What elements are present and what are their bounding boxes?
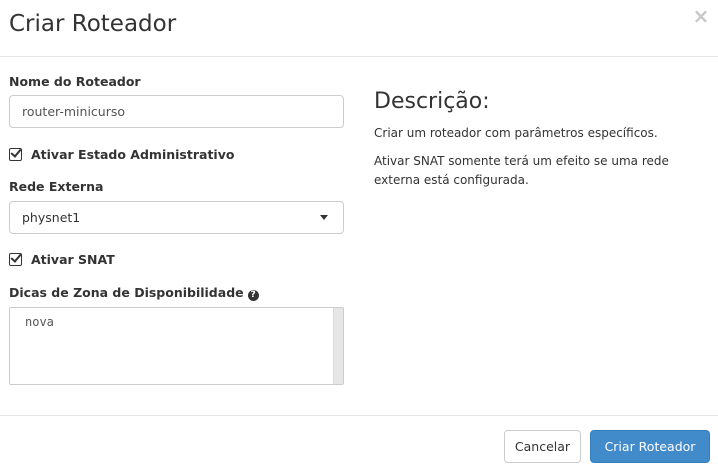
create-router-button[interactable]: Criar Roteador — [590, 430, 710, 463]
external-network-select[interactable]: physnet1 — [9, 201, 344, 234]
description-paragraph-1: Criar um roteador com parâmetros específ… — [374, 126, 658, 140]
modal-title: Criar Roteador — [9, 11, 177, 37]
snat-checkbox[interactable] — [9, 252, 22, 266]
availability-zone-label-text: Dicas de Zona de Disponibilidade — [9, 285, 244, 300]
router-name-value: router-minicurso — [22, 104, 126, 119]
snat-label: Ativar SNAT — [31, 251, 115, 267]
snat-checkbox-row[interactable]: Ativar SNAT — [9, 251, 115, 267]
external-network-selected: physnet1 — [22, 210, 81, 225]
admin-state-checkbox[interactable] — [9, 147, 22, 161]
router-name-label: Nome do Roteador — [9, 74, 141, 89]
textarea-scrollbar[interactable] — [333, 308, 343, 384]
description-paragraph-2: Ativar SNAT somente terá um efeito se um… — [374, 154, 669, 187]
caret-down-icon — [320, 215, 328, 220]
help-icon[interactable]: ? — [247, 290, 259, 301]
router-name-input[interactable]: router-minicurso — [9, 95, 344, 128]
description-title: Descrição: — [374, 89, 490, 114]
create-router-modal: Criar Roteador × Nome do Roteador router… — [0, 0, 718, 473]
cancel-button[interactable]: Cancelar — [504, 430, 581, 463]
modal-header: Criar Roteador × — [0, 0, 718, 57]
admin-state-checkbox-row[interactable]: Ativar Estado Administrativo — [9, 146, 234, 162]
admin-state-label: Ativar Estado Administrativo — [31, 146, 235, 162]
external-network-label: Rede Externa — [9, 179, 104, 194]
availability-zone-label: Dicas de Zona de Disponibilidade? — [9, 285, 259, 301]
availability-zone-textarea[interactable]: nova — [9, 307, 344, 385]
availability-zone-value: nova — [25, 315, 54, 329]
close-icon[interactable]: × — [692, 6, 710, 26]
